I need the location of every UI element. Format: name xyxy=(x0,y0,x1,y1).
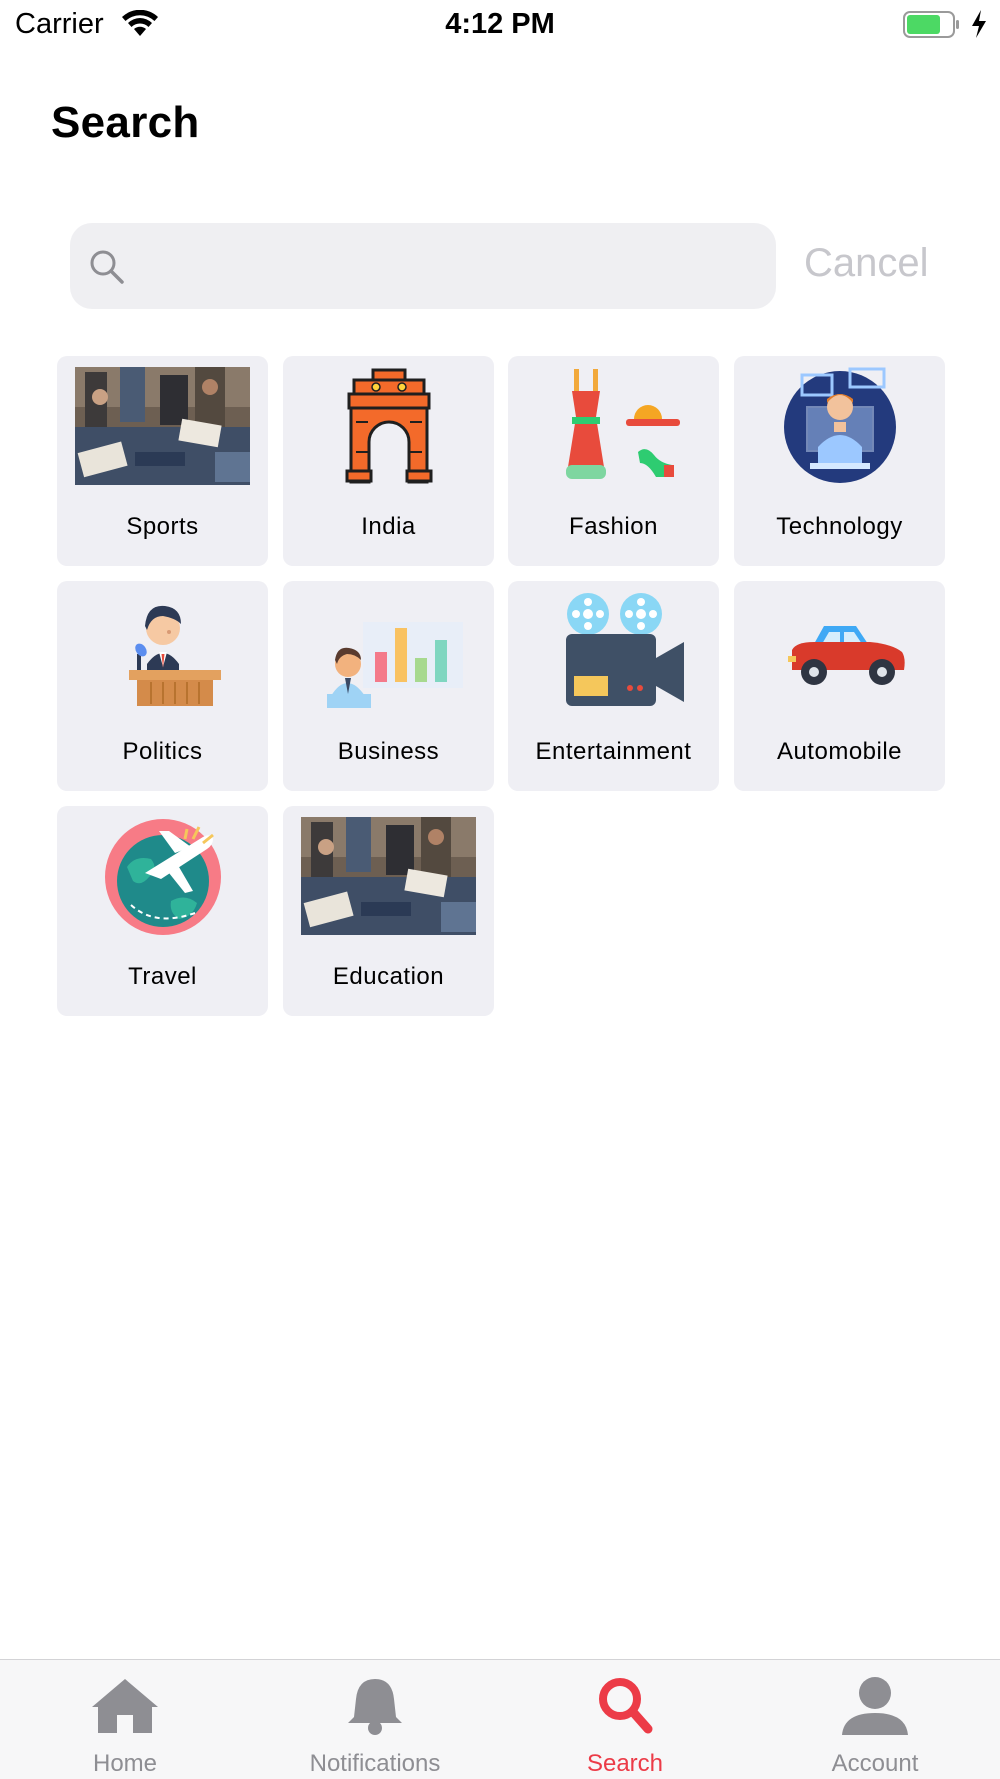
category-tile-automobile[interactable]: Automobile xyxy=(734,581,945,791)
battery-icon xyxy=(903,11,959,38)
category-tile-india[interactable]: India xyxy=(283,356,494,566)
category-label: Technology xyxy=(776,513,903,540)
category-label: Automobile xyxy=(776,738,903,765)
tab-label: Notifications xyxy=(309,1750,441,1777)
status-bar: Carrier 4:12 PM xyxy=(0,0,1000,50)
category-label: Politics xyxy=(122,738,203,765)
category-label: Business xyxy=(337,738,440,765)
category-tile-fashion[interactable]: Fashion xyxy=(508,356,719,566)
bell-icon xyxy=(348,1679,402,1735)
tab-account[interactable]: Account xyxy=(750,1660,1000,1779)
home-icon xyxy=(92,1679,158,1733)
classroom-photo xyxy=(75,367,250,485)
category-tile-technology[interactable]: Technology xyxy=(734,356,945,566)
tab-notifications[interactable]: Notifications xyxy=(250,1660,500,1779)
globe-airplane-icon xyxy=(105,819,221,935)
classroom-photo xyxy=(301,817,476,935)
tab-label: Account xyxy=(831,1750,919,1777)
category-tile-entertainment[interactable]: Entertainment xyxy=(508,581,719,791)
category-label: Fashion xyxy=(569,513,658,540)
category-tile-business[interactable]: Business xyxy=(283,581,494,791)
person-icon xyxy=(842,1677,908,1735)
tech-person-icon xyxy=(784,367,896,483)
category-label: Entertainment xyxy=(535,738,692,765)
speaker-podium-icon xyxy=(129,605,221,706)
car-icon xyxy=(788,626,905,685)
tab-search[interactable]: Search xyxy=(500,1660,750,1779)
category-label: India xyxy=(361,513,416,540)
category-label: Travel xyxy=(128,963,197,990)
search-input[interactable] xyxy=(140,223,764,311)
tab-label: Search xyxy=(586,1750,664,1777)
business-chart-icon xyxy=(327,622,463,708)
category-label: Sports xyxy=(126,513,199,540)
india-gate-icon xyxy=(345,368,433,484)
category-tile-travel[interactable]: Travel xyxy=(57,806,268,1016)
tab-label: Home xyxy=(92,1750,158,1777)
search-icon xyxy=(90,250,124,284)
dress-hat-shoe-icon xyxy=(566,369,680,479)
search-icon xyxy=(599,1678,653,1734)
category-tile-education[interactable]: Education xyxy=(283,806,494,1016)
page-title: Search xyxy=(51,98,200,147)
clock-label: 4:12 PM xyxy=(445,8,555,40)
tab-home[interactable]: Home xyxy=(0,1660,250,1779)
category-label: Education xyxy=(332,963,445,990)
tab-bar: Home Notifications Search Account xyxy=(0,1659,1000,1779)
category-tile-politics[interactable]: Politics xyxy=(57,581,268,791)
category-tile-sports[interactable]: Sports xyxy=(57,356,268,566)
search-field[interactable] xyxy=(70,223,776,311)
charging-bolt-icon xyxy=(972,10,986,38)
cancel-button[interactable]: Cancel xyxy=(804,241,929,286)
movie-camera-icon xyxy=(566,593,684,706)
